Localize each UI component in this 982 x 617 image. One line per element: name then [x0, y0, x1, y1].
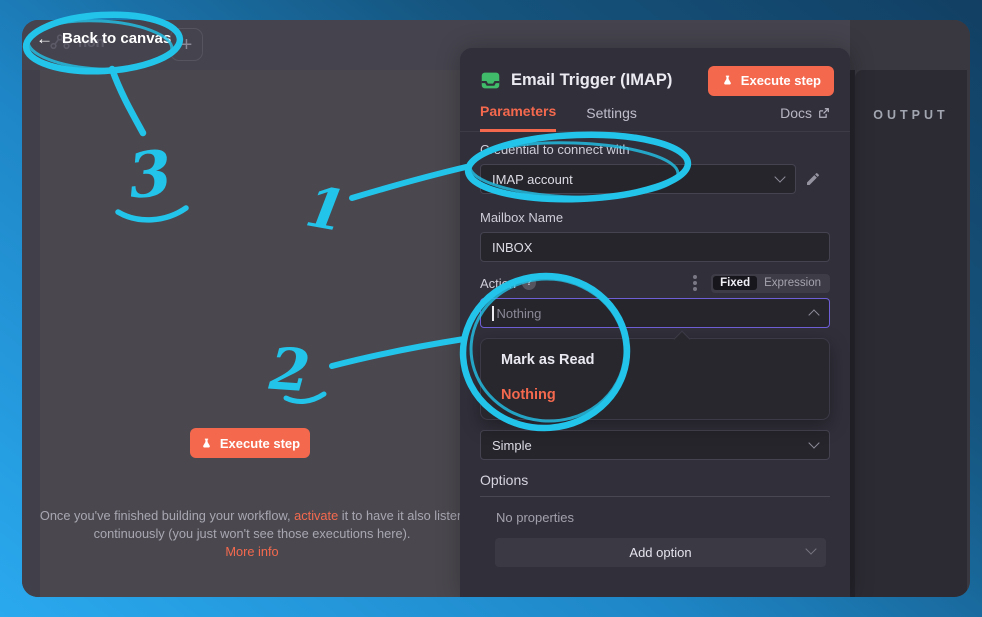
- back-arrow-icon: ←: [36, 30, 53, 47]
- format-select[interactable]: Simple: [480, 430, 830, 460]
- action-dropdown-list: Mark as Read Nothing: [480, 338, 830, 420]
- node-header: Email Trigger (IMAP) Execute step: [460, 48, 850, 98]
- mailbox-input[interactable]: INBOX: [480, 232, 830, 262]
- node-title: Email Trigger (IMAP): [511, 71, 672, 90]
- action-label: Action: [480, 276, 516, 291]
- note-text: Once you've finished building your workf…: [40, 508, 294, 523]
- tab-settings[interactable]: Settings: [586, 105, 637, 131]
- add-option-button[interactable]: Add option: [495, 538, 826, 567]
- options-section-label: Options: [480, 472, 830, 488]
- flask-icon: [200, 437, 213, 450]
- back-to-canvas-label: Back to canvas: [62, 30, 171, 47]
- plus-icon: +: [181, 34, 193, 56]
- action-select[interactable]: Nothing: [480, 298, 830, 328]
- docs-label: Docs: [780, 105, 812, 121]
- chevron-up-icon: [808, 309, 819, 320]
- option-mark-as-read[interactable]: Mark as Read: [501, 352, 595, 368]
- credential-value: IMAP account: [492, 172, 573, 187]
- execute-step-button-canvas[interactable]: Execute step: [190, 428, 310, 458]
- help-icon[interactable]: ?: [522, 276, 536, 290]
- mailbox-label: Mailbox Name: [480, 210, 830, 225]
- chevron-down-icon: [808, 437, 819, 448]
- no-properties-text: No properties: [496, 510, 830, 525]
- node-tabs: Parameters Settings Docs: [460, 98, 850, 132]
- flask-icon: [721, 74, 734, 87]
- execute-step-label: Execute step: [220, 436, 300, 451]
- external-link-icon: [818, 107, 830, 119]
- toggle-fixed[interactable]: Fixed: [713, 276, 757, 290]
- dropdown-notch: [674, 330, 691, 347]
- output-panel-title: OUTPUT: [855, 108, 967, 122]
- format-value: Simple: [492, 438, 532, 453]
- docs-link[interactable]: Docs: [780, 105, 830, 131]
- activate-link[interactable]: activate: [294, 508, 338, 523]
- node-settings-panel: Email Trigger (IMAP) Execute step Parame…: [460, 48, 850, 597]
- edit-credential-button[interactable]: [796, 164, 830, 194]
- fixed-expression-toggle: Fixed Expression: [711, 274, 830, 293]
- tab-parameters[interactable]: Parameters: [480, 103, 556, 132]
- app-window: n8n + ← Back to canvas Execute step Once…: [22, 20, 970, 597]
- credential-select[interactable]: IMAP account: [480, 164, 796, 194]
- pencil-icon: [805, 171, 821, 187]
- parameters-form: Credential to connect with IMAP account …: [460, 132, 850, 567]
- activation-note: Once you've finished building your workf…: [30, 507, 474, 561]
- text-cursor: [492, 306, 494, 321]
- execute-step-button-panel[interactable]: Execute step: [708, 66, 834, 96]
- credential-label: Credential to connect with: [480, 142, 830, 157]
- more-info-link[interactable]: More info: [30, 543, 474, 561]
- parameter-options-menu-icon[interactable]: [693, 281, 697, 285]
- chevron-down-icon: [774, 171, 785, 182]
- mailbox-value: INBOX: [492, 240, 532, 255]
- chevron-down-icon: [805, 543, 816, 554]
- add-option-label: Add option: [629, 545, 691, 560]
- toggle-expression[interactable]: Expression: [757, 276, 828, 290]
- action-value: Nothing: [497, 306, 542, 321]
- email-inbox-icon: [480, 70, 501, 91]
- output-panel: OUTPUT: [855, 70, 967, 597]
- option-nothing-selected[interactable]: Nothing: [501, 387, 556, 403]
- new-tab-button[interactable]: +: [170, 28, 203, 61]
- execute-step-label: Execute step: [741, 73, 821, 88]
- action-label-row: Action ?: [480, 276, 536, 291]
- options-divider: [480, 496, 830, 497]
- back-to-canvas-button[interactable]: ← Back to canvas: [36, 30, 171, 47]
